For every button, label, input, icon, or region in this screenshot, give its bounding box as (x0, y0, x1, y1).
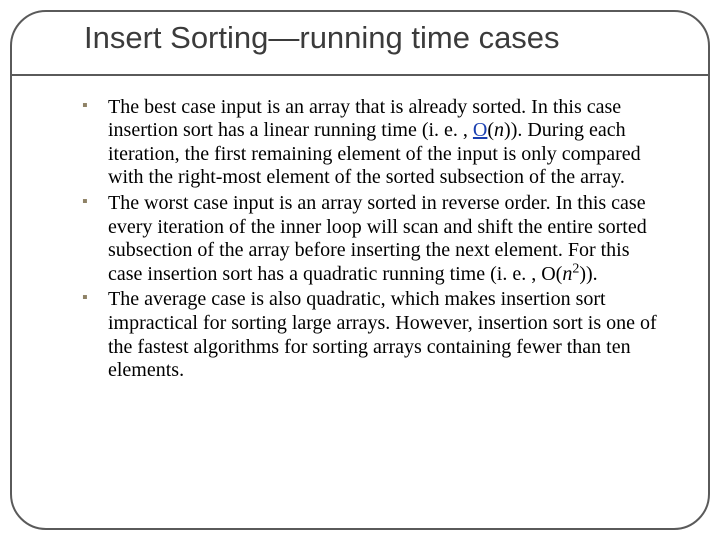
bullet-item: The worst case input is an array sorted … (82, 192, 660, 286)
var-n: n (562, 263, 572, 285)
bullet-text: The average case is also quadratic, whic… (108, 288, 657, 381)
var-n: n (494, 119, 504, 141)
title-area: Insert Sorting—running time cases (12, 12, 708, 56)
slide-frame: Insert Sorting—running time cases The be… (10, 10, 710, 530)
big-o-link[interactable]: O (473, 119, 487, 141)
bullet-item: The average case is also quadratic, whic… (82, 288, 660, 382)
body-area: The best case input is an array that is … (12, 76, 708, 383)
bullet-item: The best case input is an array that is … (82, 96, 660, 190)
bullet-text: )). (579, 263, 597, 285)
slide-title: Insert Sorting—running time cases (84, 20, 668, 56)
